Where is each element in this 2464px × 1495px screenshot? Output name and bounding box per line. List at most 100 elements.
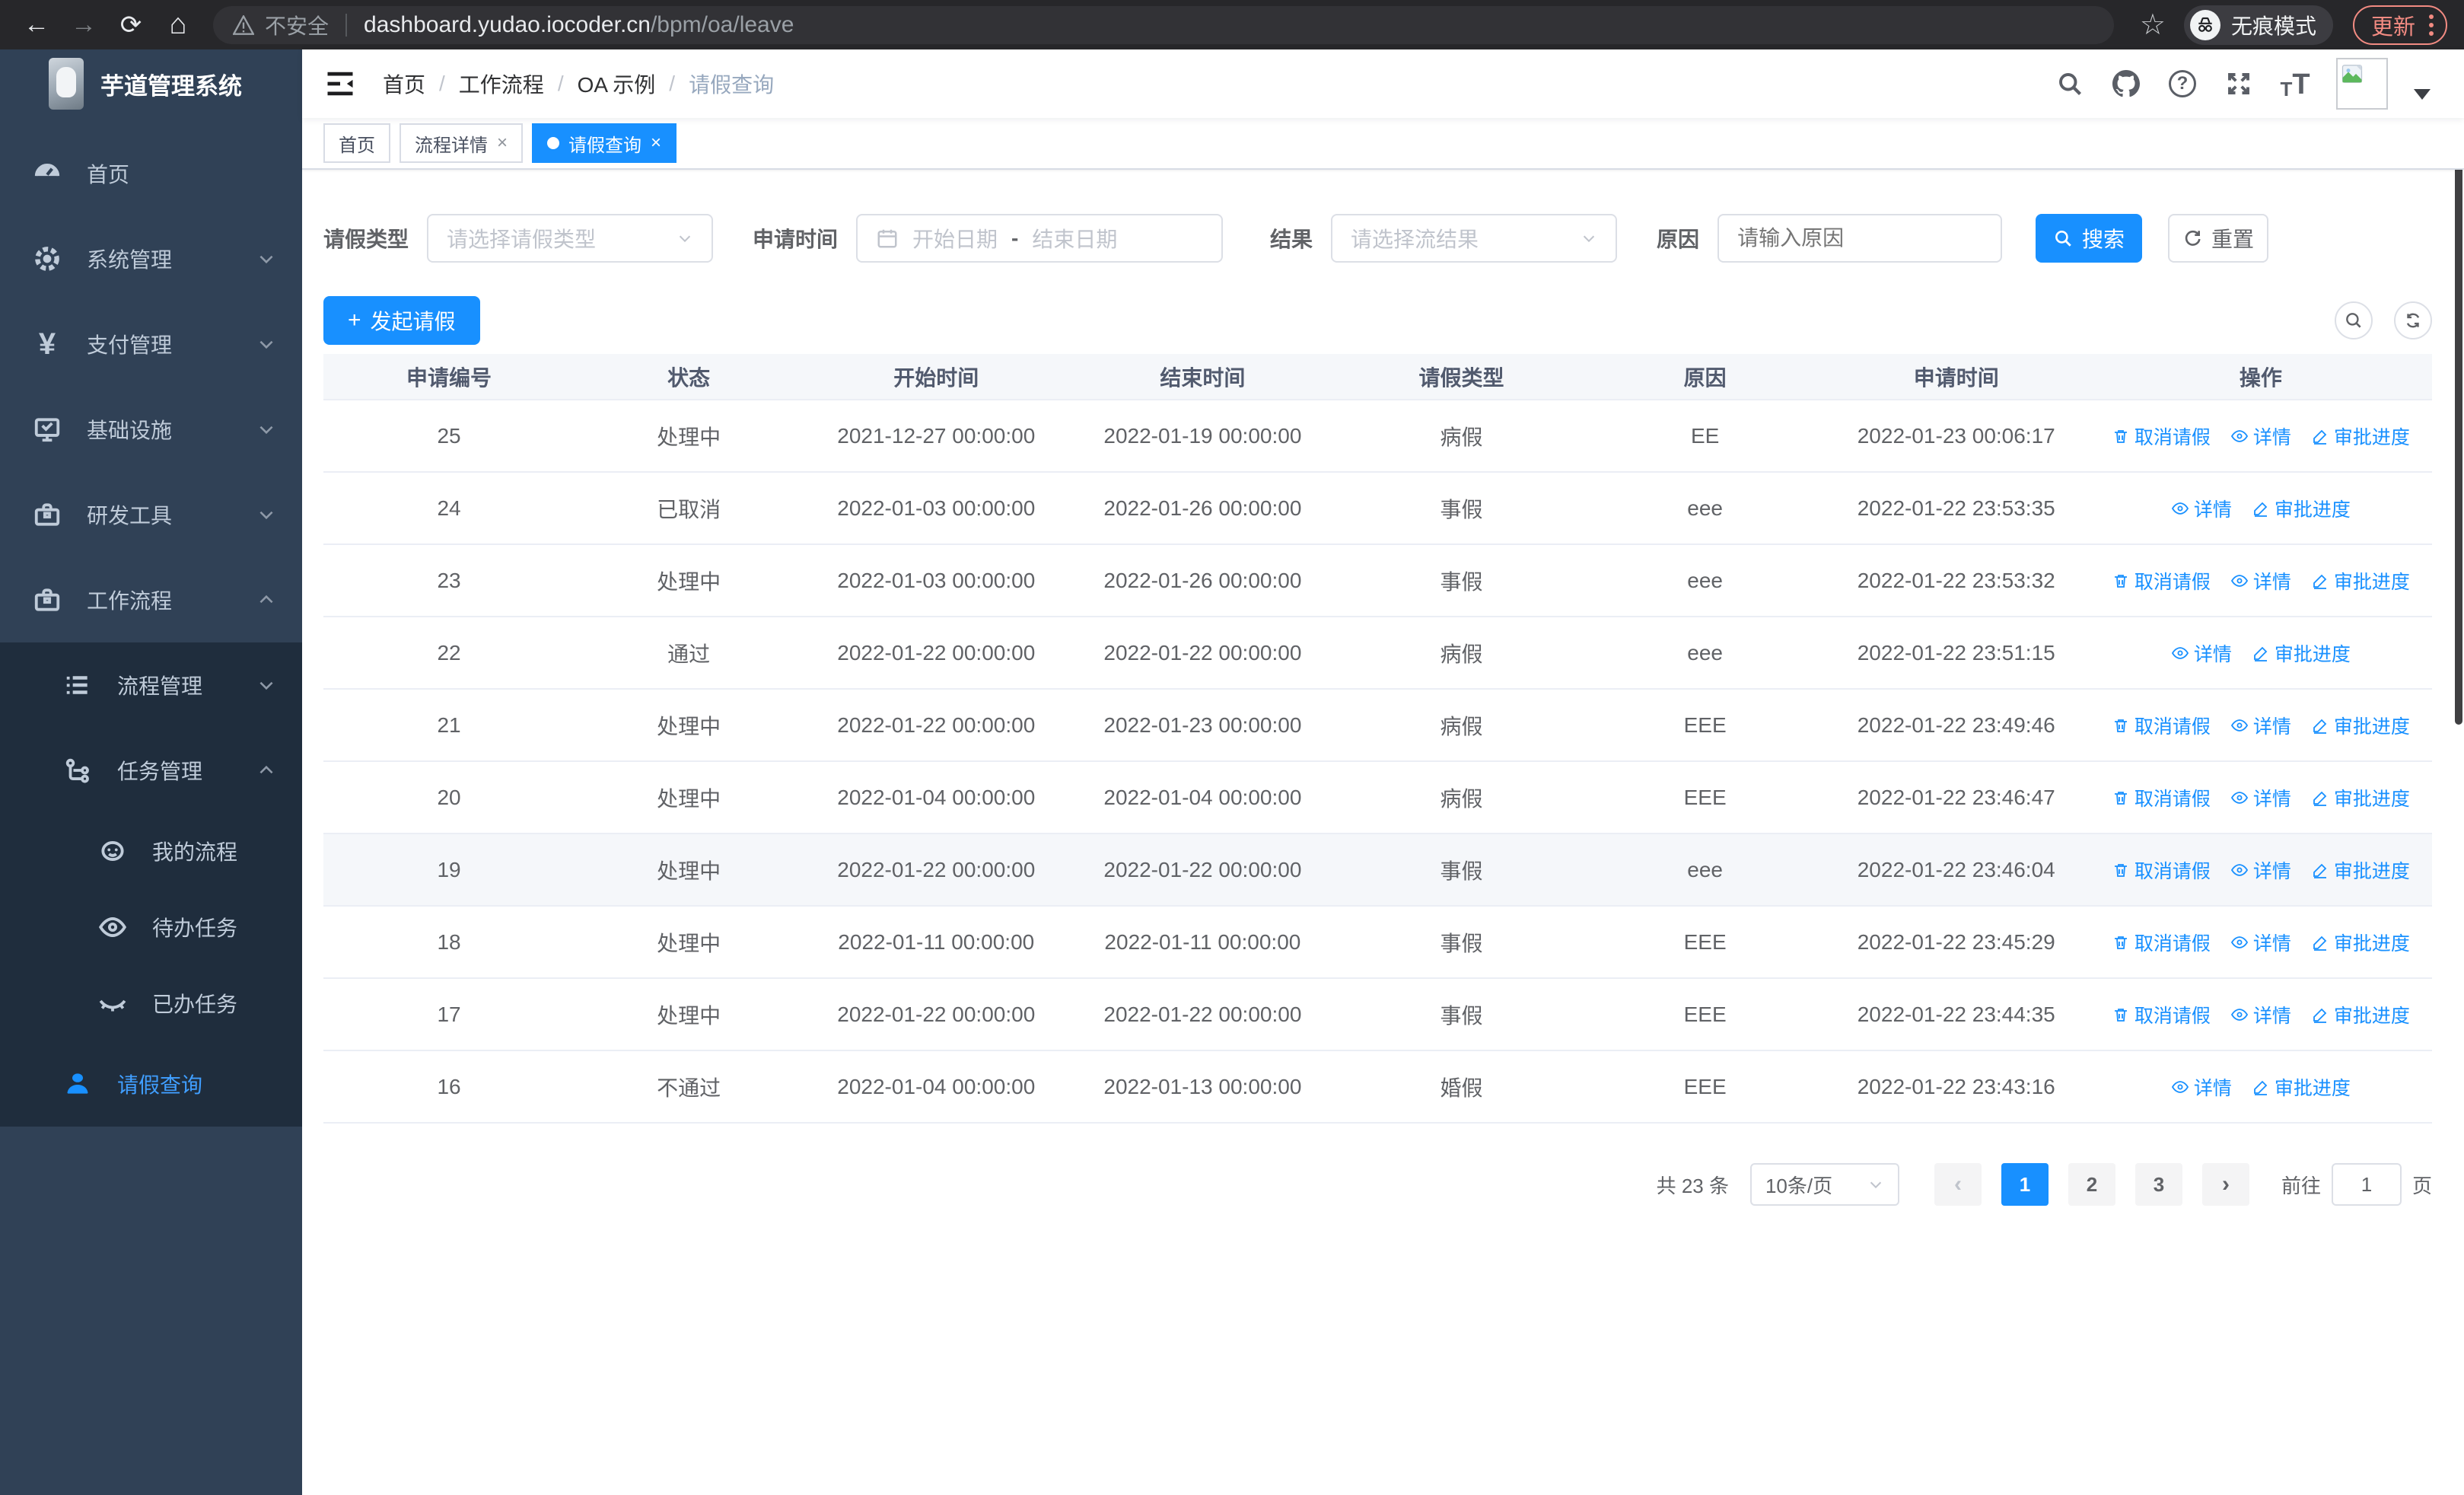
- detail-link[interactable]: 详情: [2230, 567, 2291, 594]
- detail-link[interactable]: 详情: [2230, 712, 2291, 739]
- cell-start-time: 2022-01-22 00:00:00: [803, 689, 1070, 762]
- page-button-2[interactable]: 2: [2068, 1163, 2115, 1206]
- leave-type-select[interactable]: 请选择请假类型: [427, 214, 714, 263]
- browser-menu-icon[interactable]: [2429, 14, 2434, 36]
- approval-progress-link[interactable]: 审批进度: [2311, 1001, 2410, 1028]
- next-page-button[interactable]: ›: [2201, 1163, 2249, 1206]
- table-row[interactable]: 18 处理中 2022-01-11 00:00:00 2022-01-11 00…: [323, 906, 2432, 979]
- tab-home[interactable]: 首页: [323, 123, 390, 163]
- cancel-leave-link[interactable]: 取消请假: [2112, 1001, 2211, 1028]
- table-row[interactable]: 17 处理中 2022-01-22 00:00:00 2022-01-22 00…: [323, 978, 2432, 1051]
- cancel-leave-link[interactable]: 取消请假: [2112, 856, 2211, 884]
- cancel-leave-link[interactable]: 取消请假: [2112, 422, 2211, 450]
- browser-reload-icon[interactable]: [111, 5, 151, 45]
- cancel-leave-link[interactable]: 取消请假: [2112, 929, 2211, 956]
- url-text[interactable]: dashboard.yudao.iocoder.cn/bpm/oa/leave: [364, 12, 794, 38]
- detail-link[interactable]: 详情: [2171, 1073, 2232, 1101]
- cell-end-time: 2022-01-22 00:00:00: [1069, 978, 1336, 1051]
- url-bar[interactable]: 不安全 dashboard.yudao.iocoder.cn/bpm/oa/le…: [213, 5, 2114, 44]
- approval-progress-link[interactable]: 审批进度: [2311, 567, 2410, 594]
- refresh-table-button[interactable]: [2394, 301, 2432, 339]
- prev-page-button[interactable]: ‹: [1934, 1163, 1982, 1206]
- tab-process-detail[interactable]: 流程详情 ×: [400, 123, 524, 163]
- tab-leave-query[interactable]: 请假查询 ×: [532, 123, 677, 163]
- breadcrumb-item[interactable]: 工作流程: [459, 69, 544, 99]
- start-date-placeholder[interactable]: 开始日期: [912, 223, 998, 253]
- browser-home-icon[interactable]: [158, 5, 198, 45]
- bookmark-star-icon[interactable]: [2140, 8, 2166, 42]
- search-button[interactable]: 搜索: [2036, 214, 2143, 263]
- page-size-select[interactable]: 10条/页: [1749, 1163, 1899, 1206]
- detail-link[interactable]: 详情: [2230, 929, 2291, 956]
- table-row[interactable]: 20 处理中 2022-01-04 00:00:00 2022-01-04 00…: [323, 761, 2432, 834]
- logo[interactable]: 芋道管理系统: [0, 49, 302, 118]
- table-row[interactable]: 16 不通过 2022-01-04 00:00:00 2022-01-13 00…: [323, 1050, 2432, 1124]
- detail-link[interactable]: 详情: [2171, 639, 2232, 667]
- table-row[interactable]: 23 处理中 2022-01-03 00:00:00 2022-01-26 00…: [323, 544, 2432, 617]
- approval-progress-link[interactable]: 审批进度: [2252, 639, 2351, 667]
- github-icon[interactable]: [2111, 69, 2141, 99]
- result-select[interactable]: 请选择流结果: [1331, 214, 1618, 263]
- table-row[interactable]: 21 处理中 2022-01-22 00:00:00 2022-01-23 00…: [323, 689, 2432, 762]
- pen-icon: [2253, 1080, 2268, 1095]
- create-leave-button[interactable]: 发起请假: [323, 296, 480, 345]
- approval-progress-link[interactable]: 审批进度: [2311, 422, 2410, 450]
- table-row[interactable]: 19 处理中 2022-01-22 00:00:00 2022-01-22 00…: [323, 834, 2432, 907]
- reason-input[interactable]: [1717, 214, 2003, 263]
- breadcrumb-item[interactable]: OA 示例: [578, 69, 656, 99]
- user-icon: [61, 1069, 94, 1098]
- detail-link[interactable]: 详情: [2230, 422, 2291, 450]
- browser-update-button[interactable]: 更新: [2352, 5, 2447, 45]
- apply-time-range-picker[interactable]: 开始日期 - 结束日期: [856, 214, 1224, 263]
- cancel-leave-link[interactable]: 取消请假: [2112, 567, 2211, 594]
- table-row[interactable]: 25 处理中 2021-12-27 00:00:00 2022-01-19 00…: [323, 400, 2432, 473]
- close-icon[interactable]: ×: [651, 132, 661, 154]
- sidebar-item-process-mgmt[interactable]: 流程管理: [0, 642, 302, 728]
- sidebar-item-payment[interactable]: ¥ 支付管理: [0, 301, 302, 387]
- browser-back-icon[interactable]: [17, 5, 56, 45]
- sidebar-item-todo-tasks[interactable]: 待办任务: [0, 889, 302, 965]
- sidebar-item-done-tasks[interactable]: 已办任务: [0, 965, 302, 1041]
- page-button-1[interactable]: 1: [2001, 1163, 2049, 1206]
- detail-link[interactable]: 详情: [2230, 784, 2291, 811]
- breadcrumb-item[interactable]: 首页: [383, 69, 425, 99]
- approval-progress-link[interactable]: 审批进度: [2311, 856, 2410, 884]
- search-icon[interactable]: [2055, 69, 2085, 99]
- page-button-3[interactable]: 3: [2135, 1163, 2182, 1206]
- approval-progress-link[interactable]: 审批进度: [2311, 929, 2410, 956]
- font-size-icon[interactable]: [2280, 69, 2310, 99]
- cell-start-time: 2022-01-04 00:00:00: [803, 1050, 1070, 1124]
- detail-link[interactable]: 详情: [2230, 856, 2291, 884]
- approval-progress-link[interactable]: 审批进度: [2311, 784, 2410, 811]
- approval-progress-link[interactable]: 审批进度: [2311, 712, 2410, 739]
- show-search-button[interactable]: [2335, 301, 2373, 339]
- reset-button[interactable]: 重置: [2168, 214, 2269, 263]
- sidebar-item-task-mgmt[interactable]: 任务管理: [0, 728, 302, 813]
- close-icon[interactable]: ×: [497, 132, 508, 154]
- cancel-leave-link[interactable]: 取消请假: [2112, 712, 2211, 739]
- goto-page-input[interactable]: [2331, 1163, 2402, 1206]
- detail-link[interactable]: 详情: [2171, 495, 2232, 522]
- cancel-leave-link[interactable]: 取消请假: [2112, 784, 2211, 811]
- sidebar-item-my-process[interactable]: 我的流程: [0, 813, 302, 889]
- approval-progress-link[interactable]: 审批进度: [2252, 1073, 2351, 1101]
- sidebar-item-workflow[interactable]: 工作流程: [0, 557, 302, 642]
- menu-fold-icon[interactable]: [323, 67, 357, 100]
- table-row[interactable]: 22 通过 2022-01-22 00:00:00 2022-01-22 00:…: [323, 617, 2432, 690]
- approval-progress-link[interactable]: 审批进度: [2252, 495, 2351, 522]
- sidebar-item-system[interactable]: 系统管理: [0, 216, 302, 301]
- security-label[interactable]: 不安全: [265, 10, 329, 40]
- table-row[interactable]: 24 已取消 2022-01-03 00:00:00 2022-01-26 00…: [323, 472, 2432, 545]
- sidebar-item-home[interactable]: 首页: [0, 131, 302, 216]
- sidebar-item-infra[interactable]: 基础设施: [0, 387, 302, 472]
- browser-forward-icon[interactable]: [64, 5, 103, 45]
- avatar-caret-icon[interactable]: [2414, 89, 2431, 100]
- avatar[interactable]: [2336, 58, 2388, 110]
- sidebar-item-leave-query[interactable]: 请假查询: [0, 1041, 302, 1127]
- detail-link[interactable]: 详情: [2230, 1001, 2291, 1028]
- fullscreen-icon[interactable]: [2224, 69, 2254, 99]
- sidebar-item-devtools[interactable]: 研发工具: [0, 472, 302, 557]
- end-date-placeholder[interactable]: 结束日期: [1032, 223, 1203, 253]
- help-icon[interactable]: [2167, 69, 2198, 99]
- cell-status: 不通过: [575, 1050, 804, 1124]
